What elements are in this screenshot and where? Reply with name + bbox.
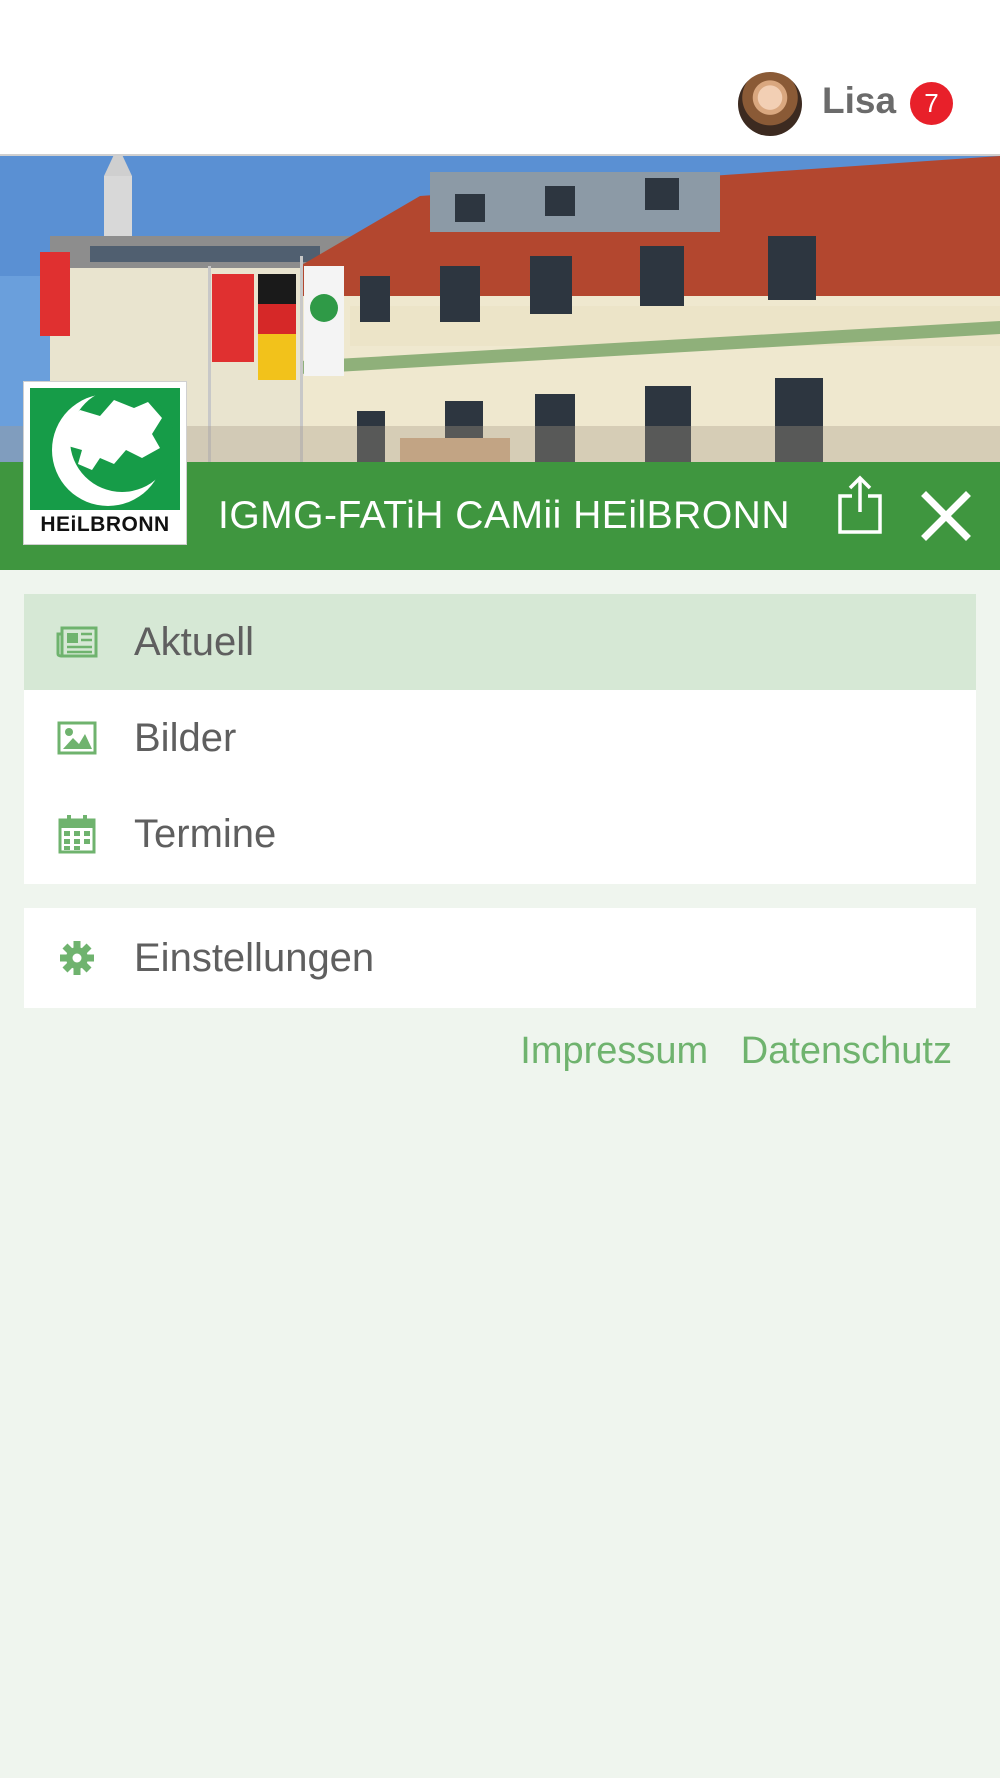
datenschutz-link[interactable]: Datenschutz <box>741 1030 952 1072</box>
logo-emblem <box>30 388 180 510</box>
share-icon <box>838 475 882 534</box>
settings-menu: Einstellungen <box>24 908 976 1008</box>
main-menu: Aktuell Bilder Termine <box>24 594 976 884</box>
top-bar: Lisa 7 <box>0 0 1000 156</box>
menu-label-termine: Termine <box>134 812 277 856</box>
mosque-logo: HEiLBRONN <box>24 382 186 544</box>
impressum-link[interactable]: Impressum <box>520 1030 708 1072</box>
menu-label-bilder: Bilder <box>134 716 237 760</box>
menu-item-einstellungen[interactable]: Einstellungen <box>24 908 976 1008</box>
menu-item-aktuell[interactable]: Aktuell <box>24 594 976 690</box>
menu-item-termine[interactable]: Termine <box>24 786 976 882</box>
brand-title: IGMG-FATiH CAMii HEilBRONN <box>218 494 790 537</box>
logo-text: HEiLBRONN <box>40 513 170 536</box>
user-name[interactable]: Lisa <box>822 80 896 122</box>
gear-icon <box>60 941 94 975</box>
share-button[interactable] <box>834 474 886 536</box>
calendar-icon <box>58 815 96 854</box>
close-button[interactable] <box>920 490 972 542</box>
newspaper-icon <box>56 626 98 658</box>
image-icon <box>57 721 97 755</box>
footer-links: Impressum Datenschutz <box>498 1030 952 1073</box>
close-icon <box>921 491 971 541</box>
user-avatar[interactable] <box>738 72 802 136</box>
menu-label-einstellungen: Einstellungen <box>134 936 375 980</box>
menu-item-bilder[interactable]: Bilder <box>24 690 976 786</box>
menu-label-aktuell: Aktuell <box>134 620 255 664</box>
notification-badge[interactable]: 7 <box>910 82 953 125</box>
